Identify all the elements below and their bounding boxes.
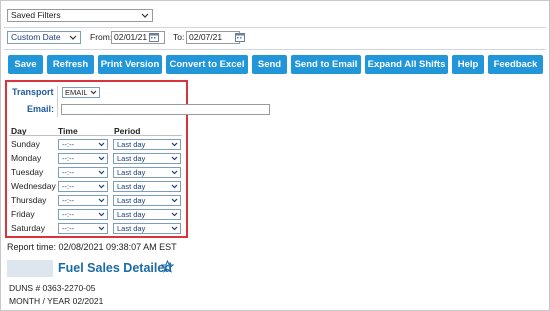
period-select-wednesday[interactable]: Last day	[113, 181, 181, 192]
day-label-sunday: Sunday	[11, 139, 40, 149]
chevron-down-icon	[171, 170, 178, 175]
saved-filters-select[interactable]: Saved Filters	[7, 9, 153, 22]
day-label-saturday: Saturday	[11, 223, 46, 233]
date-range-select[interactable]: Custom Date	[7, 31, 81, 44]
period-select-tuesday[interactable]: Last day	[113, 167, 181, 178]
expand-all-shifts-button[interactable]: Expand All Shifts	[365, 55, 448, 74]
chevron-down-icon	[171, 198, 178, 203]
chevron-down-icon	[98, 198, 105, 203]
time-select-tuesday[interactable]: --:--	[58, 167, 108, 178]
date-range-value: Custom Date	[11, 32, 61, 42]
period-select-saturday[interactable]: Last day	[113, 223, 181, 234]
time-value: --:--	[62, 168, 75, 177]
period-select-friday[interactable]: Last day	[113, 209, 181, 220]
time-value: --:--	[62, 154, 75, 163]
send-button[interactable]: Send	[252, 55, 287, 74]
time-value: --:--	[62, 182, 75, 191]
chevron-down-icon	[98, 170, 105, 175]
chevron-down-icon	[98, 156, 105, 161]
time-select-sunday[interactable]: --:--	[58, 139, 108, 150]
period-select-monday[interactable]: Last day	[113, 153, 181, 164]
report-time: Report time: 02/08/2021 09:38:07 AM EST	[7, 242, 177, 252]
divider	[4, 27, 546, 28]
transport-label: Transport	[12, 87, 54, 97]
period-select-thursday[interactable]: Last day	[113, 195, 181, 206]
chevron-down-icon	[98, 226, 105, 231]
print-version-button[interactable]: Print Version	[98, 55, 162, 74]
day-label-tuesday: Tuesday	[11, 167, 44, 177]
chevron-down-icon	[171, 212, 178, 217]
star-favorite-icon[interactable]	[161, 260, 174, 273]
period-value: Last day	[117, 210, 146, 219]
month-year: MONTH / YEAR 02/2021	[9, 296, 104, 306]
period-value: Last day	[117, 140, 146, 149]
calendar-icon[interactable]	[235, 32, 245, 42]
to-date-value: 02/07/21	[189, 32, 223, 42]
transport-select[interactable]: EMAIL	[62, 87, 100, 98]
period-select-sunday[interactable]: Last day	[113, 139, 181, 150]
time-value: --:--	[62, 196, 75, 205]
time-value: --:--	[62, 140, 75, 149]
time-value: --:--	[62, 224, 75, 233]
save-button[interactable]: Save	[8, 55, 43, 74]
period-value: Last day	[117, 182, 146, 191]
saved-filters-label: Saved Filters	[11, 10, 61, 20]
chevron-down-icon	[90, 90, 97, 95]
chevron-down-icon	[171, 226, 178, 231]
refresh-button[interactable]: Refresh	[47, 55, 94, 74]
divider	[4, 49, 546, 50]
period-value: Last day	[117, 224, 146, 233]
feedback-button[interactable]: Feedback	[488, 55, 543, 74]
time-select-thursday[interactable]: --:--	[58, 195, 108, 206]
chevron-down-icon	[171, 184, 178, 189]
email-input[interactable]	[61, 104, 270, 115]
time-value: --:--	[62, 210, 75, 219]
period-value: Last day	[117, 168, 146, 177]
time-select-friday[interactable]: --:--	[58, 209, 108, 220]
help-button[interactable]: Help	[452, 55, 484, 74]
chevron-down-icon	[171, 156, 178, 161]
email-label: Email:	[27, 104, 55, 114]
report-title: Fuel Sales Detailed	[58, 261, 172, 275]
divider	[57, 86, 58, 117]
chevron-down-icon	[171, 142, 178, 147]
day-label-wednesday: Wednesday	[11, 181, 56, 191]
time-select-wednesday[interactable]: --:--	[58, 181, 108, 192]
to-date-input[interactable]: 02/07/21	[186, 31, 240, 44]
from-date-value: 02/01/21	[114, 32, 148, 42]
calendar-icon[interactable]	[149, 32, 159, 42]
chevron-down-icon	[141, 13, 149, 18]
convert-to-excel-button[interactable]: Convert to Excel	[166, 55, 248, 74]
chevron-down-icon	[69, 35, 77, 40]
chevron-down-icon	[98, 212, 105, 217]
period-value: Last day	[117, 196, 146, 205]
day-label-thursday: Thursday	[11, 195, 47, 205]
chevron-down-icon	[98, 142, 105, 147]
company-logo	[7, 260, 53, 277]
to-label: To:	[173, 32, 185, 42]
chevron-down-icon	[98, 184, 105, 189]
time-select-saturday[interactable]: --:--	[58, 223, 108, 234]
period-value: Last day	[117, 154, 146, 163]
send-to-email-button[interactable]: Send to Email	[291, 55, 361, 74]
duns-number: DUNS # 0363-2270-05	[9, 283, 96, 293]
day-label-monday: Monday	[11, 153, 42, 163]
from-label: From:	[90, 32, 113, 42]
day-label-friday: Friday	[11, 209, 35, 219]
header-divider	[9, 135, 182, 136]
time-select-monday[interactable]: --:--	[58, 153, 108, 164]
transport-value: EMAIL	[65, 88, 88, 97]
